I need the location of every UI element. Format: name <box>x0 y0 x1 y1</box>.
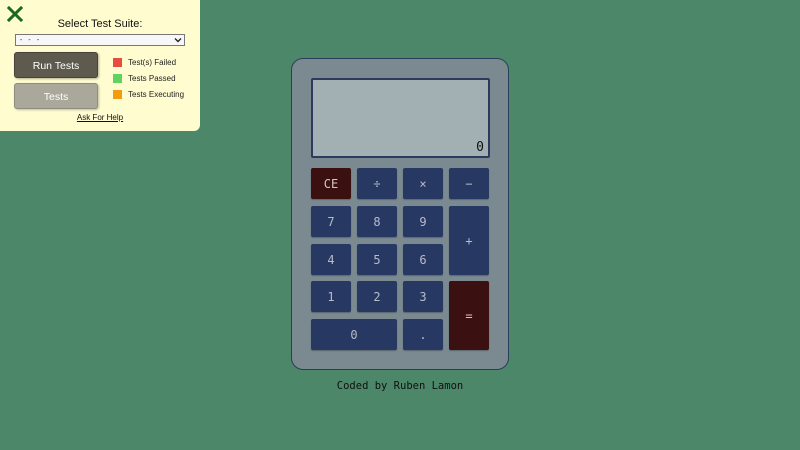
add-button[interactable]: + <box>449 206 489 275</box>
two-button[interactable]: 2 <box>357 281 397 312</box>
legend-item-failed: Test(s) Failed <box>113 57 184 67</box>
legend-item-executing: Tests Executing <box>113 89 184 99</box>
four-button[interactable]: 4 <box>311 244 351 275</box>
test-suite-selected-value: - - - <box>19 36 41 44</box>
five-button[interactable]: 5 <box>357 244 397 275</box>
three-button[interactable]: 3 <box>403 281 443 312</box>
decimal-button[interactable]: . <box>403 319 443 350</box>
multiply-button[interactable]: × <box>403 168 443 199</box>
failed-swatch <box>113 57 122 67</box>
nine-button[interactable]: 9 <box>403 206 443 237</box>
calculator-display: 0 <box>311 78 490 158</box>
divide-button[interactable]: ÷ <box>357 168 397 199</box>
six-button[interactable]: 6 <box>403 244 443 275</box>
legend-label: Tests Executing <box>128 89 185 99</box>
executing-swatch <box>113 89 122 99</box>
passed-swatch <box>113 73 122 83</box>
test-suite-select[interactable]: - - - <box>15 34 185 46</box>
chevron-down-icon <box>174 38 182 43</box>
legend-item-passed: Tests Passed <box>113 73 184 83</box>
clear-button[interactable]: CE <box>311 168 351 199</box>
test-legend: Test(s) Failed Tests Passed Tests Execut… <box>113 57 184 105</box>
author-credit: Coded by Ruben Lamon <box>336 380 464 392</box>
one-button[interactable]: 1 <box>311 281 351 312</box>
display-value: 0 <box>476 140 484 155</box>
legend-label: Tests Passed <box>128 73 176 83</box>
eight-button[interactable]: 8 <box>357 206 397 237</box>
calculator: 0 CE ÷ × − 7 8 9 + 4 5 6 1 2 3 = 0 . <box>291 58 509 370</box>
legend-label: Test(s) Failed <box>128 57 177 67</box>
seven-button[interactable]: 7 <box>311 206 351 237</box>
test-panel: Select Test Suite: - - - Run Tests Tests… <box>0 0 200 131</box>
subtract-button[interactable]: − <box>449 168 489 199</box>
ask-for-help-link[interactable]: Ask For Help <box>0 113 200 122</box>
run-tests-button[interactable]: Run Tests <box>14 52 98 78</box>
equals-button[interactable]: = <box>449 281 489 350</box>
zero-button[interactable]: 0 <box>311 319 397 350</box>
tests-button[interactable]: Tests <box>14 83 98 109</box>
panel-title: Select Test Suite: <box>57 18 143 30</box>
